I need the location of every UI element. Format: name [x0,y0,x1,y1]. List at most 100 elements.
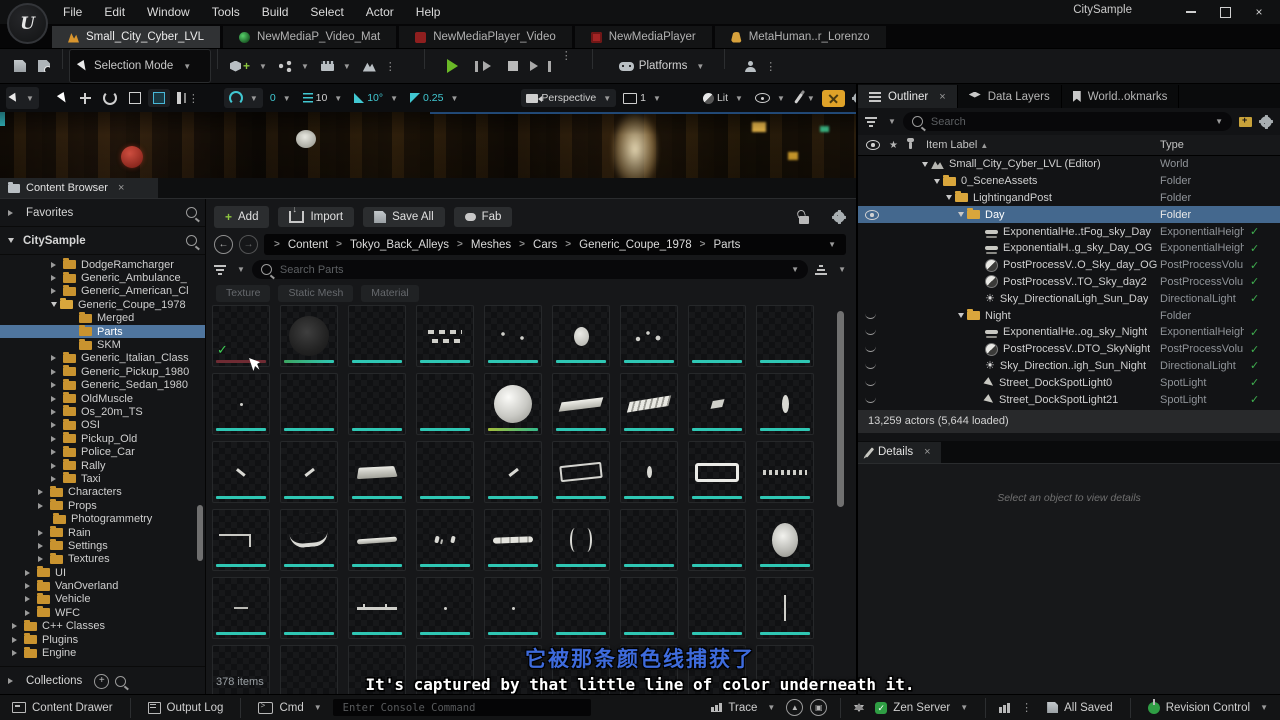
perspective-select[interactable]: Perspective▼ [521,89,616,107]
chevron-down-icon[interactable]: ▼ [838,265,846,274]
camera-speed-button[interactable] [822,90,845,107]
outliner-search-input[interactable] [929,115,1205,129]
tree-item-generic-american-cl[interactable]: Generic_American_Cl [0,285,205,298]
asset-tile[interactable] [348,305,406,367]
more-options-icon[interactable]: ⋮ [765,60,776,73]
zen-server-button[interactable]: ✓Zen Server▼ [871,702,972,714]
tree-item-photogrammetry[interactable]: Photogrammetry [0,512,205,525]
asset-tile[interactable] [280,373,338,435]
chevron-down-icon[interactable]: ▼ [791,265,799,274]
create-folder-icon[interactable] [1239,117,1252,127]
breadcrumb-item-cars[interactable]: Cars [533,239,557,251]
tree-item-vanoverland[interactable]: VanOverland [0,579,205,592]
asset-tile[interactable] [484,441,542,503]
asset-tile[interactable] [212,509,270,571]
asset-tile[interactable] [348,509,406,571]
eye-icon[interactable] [865,210,879,220]
chevron-down-icon[interactable]: ▼ [1215,117,1223,126]
citysample-section[interactable]: CitySample [0,227,205,255]
asset-tile[interactable] [416,577,474,639]
output-log-button[interactable]: Output Log [144,702,228,714]
asset-tile[interactable] [756,305,814,367]
favorites-section[interactable]: Favorites [0,199,205,227]
tree-item-generic-ambulance-[interactable]: Generic_Ambulance_ [0,271,205,284]
expand-arrow-icon[interactable] [38,556,46,562]
asset-tile[interactable] [348,577,406,639]
expand-arrow-icon[interactable] [51,396,59,402]
tree-item-textures[interactable]: Textures [0,553,205,566]
breadcrumb-item-parts[interactable]: Parts [714,239,741,251]
optimization-button[interactable]: ▼ [792,90,820,107]
menu-item-help[interactable]: Help [405,0,452,24]
asset-tile[interactable] [688,577,746,639]
forward-button[interactable]: → [239,235,258,254]
revision-control-button[interactable]: Revision Control▼ [1144,702,1272,714]
expand-arrow-icon[interactable] [51,382,59,388]
tree-item-c-classes[interactable]: C++ Classes [0,620,205,633]
fab-button[interactable]: Fab [454,207,513,227]
expand-arrow-icon[interactable] [51,463,59,469]
menu-item-actor[interactable]: Actor [355,0,405,24]
viewport-scene[interactable] [0,112,858,188]
expand-arrow-icon[interactable] [51,275,59,281]
asset-tile[interactable] [416,305,474,367]
camera-count-button[interactable]: 1▼ [618,89,666,107]
outliner-row-exponentialhe-og-sky-night[interactable]: ExponentialHe..og_sky_NightExponentialHe… [858,324,1280,341]
outliner-row-day[interactable]: DayFolder [858,206,1280,223]
asset-tile[interactable] [212,577,270,639]
lock-icon[interactable] [799,216,809,224]
asset-tile[interactable] [756,577,814,639]
outliner-row-lightingandpost[interactable]: LightingandPostFolder [858,190,1280,207]
collapse-arrow-icon[interactable] [51,302,57,310]
expand-arrow-icon[interactable] [12,637,20,643]
asset-tile[interactable] [416,509,474,571]
close-button[interactable]: × [1242,0,1276,24]
gear-icon[interactable] [1259,115,1273,129]
expand-arrow-icon[interactable] [51,409,59,415]
chevron-down-icon[interactable]: ▼ [237,265,245,274]
expand-arrow-icon[interactable] [38,530,46,536]
asset-tile[interactable] [552,373,610,435]
breadcrumb-item-meshes[interactable]: Meshes [471,239,511,251]
surface-snap-button[interactable]: ⋮ [172,89,208,108]
view-mode-select[interactable]: Lit▼ [698,89,748,107]
collapse-arrow-icon[interactable] [922,162,928,170]
filter-chip-static-mesh[interactable]: Static Mesh [278,285,353,302]
minimize-button[interactable] [1174,0,1208,24]
step-button[interactable] [469,49,502,83]
search-input[interactable] [278,263,781,277]
outliner-row-street-dockspotlight0[interactable]: Street_DockSpotLight0SpotLight✓ [858,374,1280,391]
filter-icon[interactable] [865,117,877,127]
grid-scrollbar[interactable] [837,311,844,507]
tab-data-layers[interactable]: Data Layers [958,85,1062,108]
asset-tile[interactable] [280,441,338,503]
filter-chip-texture[interactable]: Texture [216,285,270,302]
favorite-column-icon[interactable]: ★ [889,140,898,151]
viewport-options-button[interactable]: ▼ [6,87,39,109]
maximize-button[interactable] [1208,0,1242,24]
grid-snap-button[interactable]: 10▼ [298,89,348,107]
expand-arrow-icon[interactable] [38,489,46,495]
breadcrumb[interactable]: >Content>Tokyo_Back_Alleys>Meshes>Cars>G… [264,234,846,255]
scale-tool-button[interactable] [124,89,146,107]
expand-arrow-icon[interactable] [51,436,59,442]
scale-snap-button[interactable]: 0.25▼ [405,89,463,107]
back-button[interactable]: ← [214,235,233,254]
expand-arrow-icon[interactable] [51,476,59,482]
content-browser-tab[interactable]: Content Browser × [0,178,158,198]
breadcrumb-item-content[interactable]: Content [288,239,328,251]
asset-tile[interactable] [620,373,678,435]
asset-tile[interactable] [620,509,678,571]
gear-icon[interactable] [832,210,846,224]
trace-button[interactable]: Trace▼ [707,702,779,714]
menu-item-window[interactable]: Window [136,0,201,24]
content-drawer-button[interactable]: Content Drawer [8,702,117,714]
outliner-row-0-sceneassets[interactable]: 0_SceneAssetsFolder [858,173,1280,190]
asset-tile[interactable] [416,441,474,503]
environment-button[interactable]: ⋮ [357,49,406,83]
show-flags-button[interactable]: ▼ [750,90,790,106]
outliner-row-postprocessv-o-sky-day-og[interactable]: PostProcessV..O_Sky_day_OGPostProcessVol… [858,257,1280,274]
eye-closed-icon[interactable] [865,363,876,369]
tree-item-parts[interactable]: Parts [0,325,205,338]
expand-arrow-icon[interactable] [51,288,59,294]
